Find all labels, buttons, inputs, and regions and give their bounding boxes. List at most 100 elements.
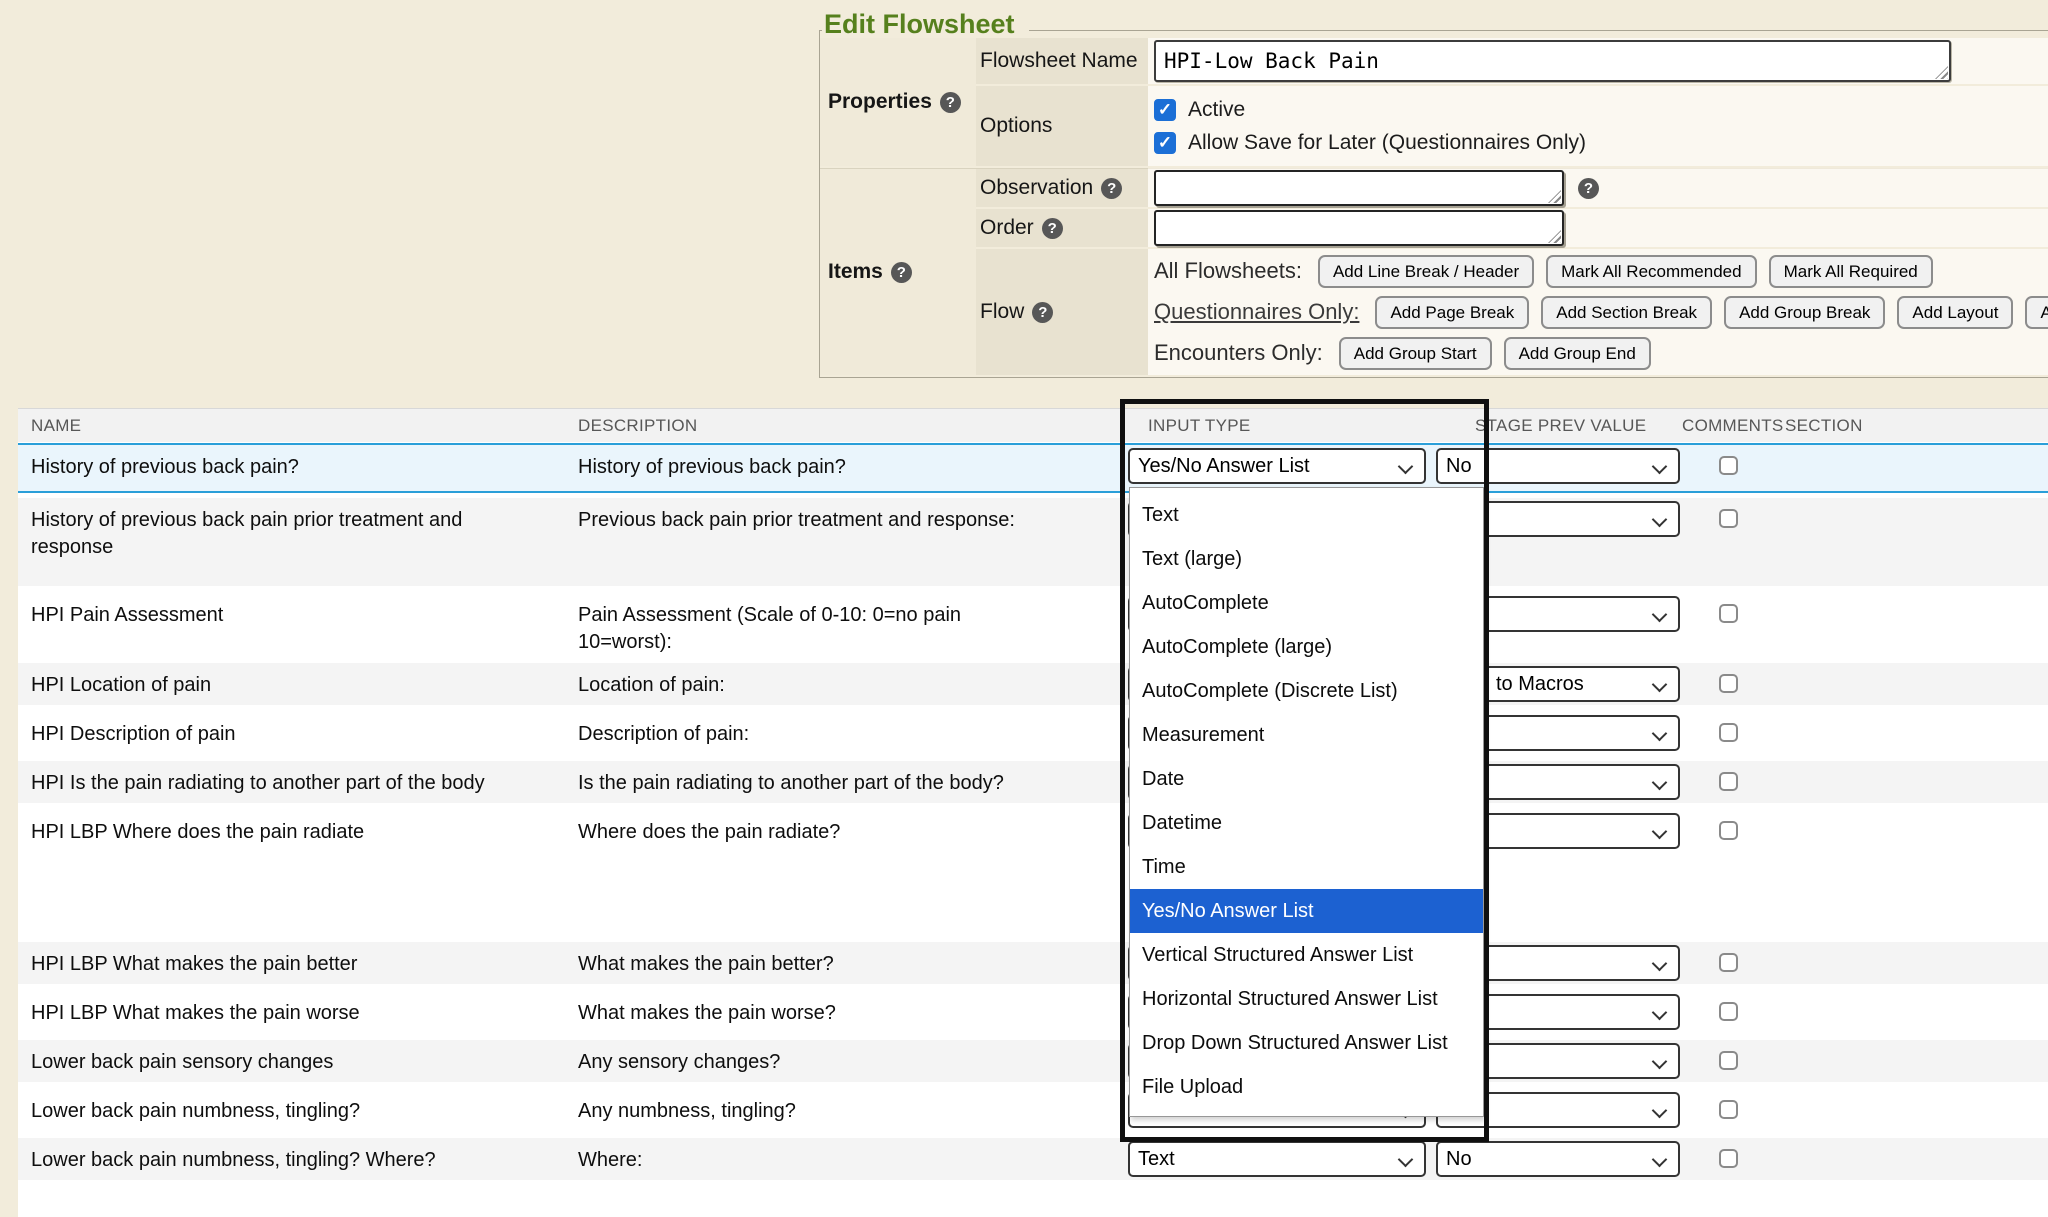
select-value: No <box>1446 455 1472 478</box>
comments-checkbox[interactable] <box>1719 604 1738 623</box>
add-layout-button[interactable]: Add Layout <box>1897 296 2013 329</box>
row-name: Lower back pain sensory changes <box>31 1040 578 1076</box>
input-type-select[interactable]: Yes/No Answer List <box>1128 448 1426 484</box>
items-label: Items <box>828 260 883 284</box>
properties-label: Properties <box>828 90 932 114</box>
row-stage-prev-cell: No <box>1436 445 1682 484</box>
order-input[interactable] <box>1154 210 1564 246</box>
stage-prev-value-select[interactable]: No <box>1436 448 1680 484</box>
option-label: Allow Save for Later (Questionnaires Onl… <box>1188 131 1586 155</box>
comments-checkbox[interactable] <box>1719 1149 1738 1168</box>
flowsheet-name-label: Flowsheet Name <box>976 38 1148 84</box>
dropdown-option-time[interactable]: Time <box>1130 845 1483 889</box>
dropdown-option-autocomplete-large[interactable]: AutoComplete (large) <box>1130 625 1483 669</box>
dropdown-option-vertical-structured-answer-list[interactable]: Vertical Structured Answer List <box>1130 933 1483 977</box>
dropdown-option-text[interactable]: Text <box>1130 493 1483 537</box>
flow-label-cell: Flow ? <box>976 249 1148 375</box>
table-header: NAMEDESCRIPTIONINPUT TYPESTAGE PREV VALU… <box>18 409 2048 442</box>
dropdown-option-text-large[interactable]: Text (large) <box>1130 537 1483 581</box>
table-row[interactable]: History of previous back pain prior trea… <box>18 498 2048 586</box>
comments-checkbox[interactable] <box>1719 821 1738 840</box>
resize-grip-icon[interactable] <box>1548 230 1561 243</box>
dropdown-option-yes-no-answer-list[interactable]: Yes/No Answer List <box>1130 889 1483 933</box>
properties-help-icon[interactable]: ? <box>940 92 961 113</box>
row-description: Previous back pain prior treatment and r… <box>578 498 1128 534</box>
row-name: History of previous back pain? <box>31 445 578 481</box>
table-row[interactable]: HPI Location of painLocation of pain:to … <box>18 663 2048 705</box>
column-header-stage-prev-value: STAGE PREV VALUE <box>1436 416 1682 436</box>
edit-flowsheet-fieldset: Edit Flowsheet Properties ? Flowsheet Na… <box>819 30 2048 378</box>
observation-field-help-icon[interactable]: ? <box>1578 178 1599 199</box>
dropdown-option-date[interactable]: Date <box>1130 757 1483 801</box>
add-line-break-header-button[interactable]: Add Line Break / Header <box>1318 255 1534 288</box>
row-description: Location of pain: <box>578 663 1128 699</box>
flowsheet-name-value: HPI-Low Back Pain <box>1164 49 1379 73</box>
stage-prev-value-select[interactable]: No <box>1436 1141 1680 1177</box>
comments-checkbox[interactable] <box>1719 509 1738 528</box>
table-row[interactable]: HPI LBP Where does the pain radiateWhere… <box>18 810 2048 935</box>
observation-label: Observation <box>980 176 1093 200</box>
dropdown-option-measurement[interactable]: Measurement <box>1130 713 1483 757</box>
dropdown-option-datetime[interactable]: Datetime <box>1130 801 1483 845</box>
add-group-start-button[interactable]: Add Group Start <box>1339 337 1492 370</box>
checkbox-allow-save-for-later-questionnaires-only[interactable]: ✓ <box>1154 132 1176 154</box>
table-row[interactable]: HPI LBP What makes the pain betterWhat m… <box>18 942 2048 984</box>
resize-grip-icon[interactable] <box>1548 190 1561 203</box>
add-page-break-button[interactable]: Add Page Break <box>1375 296 1529 329</box>
add-section-break-button[interactable]: Add Section Break <box>1541 296 1712 329</box>
mark-all-required-button[interactable]: Mark All Required <box>1769 255 1933 288</box>
table-row[interactable]: HPI LBP What makes the pain worseWhat ma… <box>18 991 2048 1033</box>
dropdown-option-autocomplete[interactable]: AutoComplete <box>1130 581 1483 625</box>
row-name: Lower back pain numbness, tingling? <box>31 1089 578 1125</box>
row-comments-cell <box>1682 1089 1775 1119</box>
table-row[interactable]: Lower back pain sensory changesAny senso… <box>18 1040 2048 1082</box>
table-body: History of previous back pain? History of… <box>18 442 2048 1180</box>
comments-checkbox[interactable] <box>1719 674 1738 693</box>
checkbox-active[interactable]: ✓ <box>1154 99 1176 121</box>
table-row[interactable]: Lower back pain numbness, tingling? Wher… <box>18 1138 2048 1180</box>
table-row[interactable]: HPI Pain AssessmentPain Assessment (Scal… <box>18 593 2048 656</box>
order-cell <box>1148 209 2048 247</box>
input-type-select[interactable]: Text <box>1128 1141 1426 1177</box>
options-list: ✓Active✓Allow Save for Later (Questionna… <box>1154 92 1586 161</box>
comments-checkbox[interactable] <box>1719 1002 1738 1021</box>
dropdown-option-file-upload[interactable]: File Upload <box>1130 1065 1483 1109</box>
order-help-icon[interactable]: ? <box>1042 218 1063 239</box>
dropdown-option-autocomplete-discrete-list[interactable]: AutoComplete (Discrete List) <box>1130 669 1483 713</box>
comments-checkbox[interactable] <box>1719 772 1738 791</box>
comments-checkbox[interactable] <box>1719 953 1738 972</box>
row-name: HPI Pain Assessment <box>31 593 578 629</box>
flow-group-all-flowsheets: All Flowsheets:Add Line Break / HeaderMa… <box>1154 255 2048 288</box>
add-group-end-button[interactable]: Add Group End <box>1504 337 1651 370</box>
resize-grip-icon[interactable] <box>1935 66 1948 79</box>
flow-group-label: Questionnaires Only: <box>1154 299 1359 325</box>
flow-cell: All Flowsheets:Add Line Break / HeaderMa… <box>1148 249 2048 375</box>
table-row[interactable]: Lower back pain numbness, tingling?Any n… <box>18 1089 2048 1131</box>
row-description: Is the pain radiating to another part of… <box>578 761 1128 797</box>
fieldset-grid: Properties ? Flowsheet Name HPI-Low Back… <box>820 38 2048 375</box>
table-row[interactable]: HPI Description of painDescription of pa… <box>18 712 2048 754</box>
flow-help-icon[interactable]: ? <box>1032 302 1053 323</box>
comments-checkbox[interactable] <box>1719 456 1738 475</box>
options-cell: ✓Active✓Allow Save for Later (Questionna… <box>1148 86 2048 166</box>
comments-checkbox[interactable] <box>1719 1051 1738 1070</box>
add-group-break-button[interactable]: Add Group Break <box>1724 296 1885 329</box>
mark-all-recommended-button[interactable]: Mark All Recommended <box>1546 255 1756 288</box>
row-description: What makes the pain better? <box>578 942 1128 978</box>
comments-checkbox[interactable] <box>1719 1100 1738 1119</box>
dropdown-option-drop-down-structured-answer-list[interactable]: Drop Down Structured Answer List <box>1130 1021 1483 1065</box>
table-row[interactable]: History of previous back pain?History of… <box>18 443 2048 493</box>
observation-help-icon[interactable]: ? <box>1101 178 1122 199</box>
row-comments-cell <box>1682 1040 1775 1070</box>
observation-input[interactable] <box>1154 170 1564 206</box>
comments-checkbox[interactable] <box>1719 723 1738 742</box>
row-name: HPI Is the pain radiating to another par… <box>31 761 578 797</box>
items-help-icon[interactable]: ? <box>891 262 912 283</box>
table-row[interactable]: HPI Is the pain radiating to another par… <box>18 761 2048 803</box>
flowsheet-name-input[interactable]: HPI-Low Back Pain <box>1154 40 1951 82</box>
option-active: ✓Active <box>1154 98 1586 122</box>
input-type-dropdown: TextText (large)AutoCompleteAutoComplete… <box>1129 487 1484 1117</box>
add-scriptlet-button[interactable]: Add Scriptlet <box>2025 296 2048 329</box>
row-comments-cell <box>1682 991 1775 1021</box>
dropdown-option-horizontal-structured-answer-list[interactable]: Horizontal Structured Answer List <box>1130 977 1483 1021</box>
